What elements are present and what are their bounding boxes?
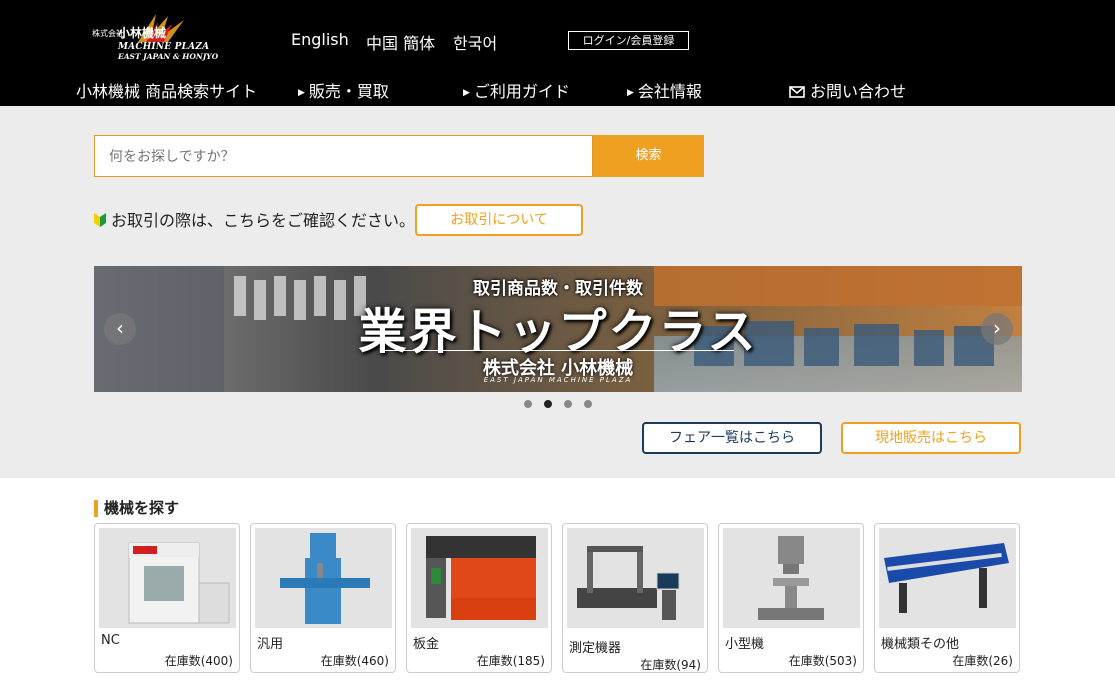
site-header: 株式会社 小林機械 MACHINE PLAZA EAST JAPAN & HON…: [0, 0, 1115, 106]
category-name: 汎用: [257, 637, 284, 652]
banner-headline: 業界トップクラス: [358, 304, 758, 360]
chevron-right-icon: ›: [993, 316, 1001, 340]
nav-site-title[interactable]: 小林機械 商品検索サイト: [76, 78, 257, 102]
transaction-notice: お取引の際は、こちらをご確認ください。: [93, 207, 415, 231]
search-input[interactable]: [94, 135, 593, 177]
transaction-info-button[interactable]: お取引について: [415, 204, 583, 236]
category-card-sheet-metal[interactable]: 板金 在庫数(185): [406, 523, 552, 673]
nav-guide[interactable]: ▶ ご利用ガイド: [463, 78, 570, 102]
category-stock: 在庫数(185): [476, 654, 545, 668]
category-name: 測定機器: [569, 641, 622, 656]
machine-image: [567, 528, 704, 628]
category-stock: 在庫数(94): [640, 658, 701, 672]
hero-banner[interactable]: 取引商品数・取引件数 業界トップクラス 株式会社 小林機械 EAST JAPAN…: [94, 266, 1022, 392]
section-title-machines: 機械を探す: [94, 500, 179, 517]
lang-chinese-link[interactable]: 中国 簡体: [366, 30, 435, 54]
chevron-left-icon: ‹: [116, 316, 124, 340]
category-stock: 在庫数(503): [788, 654, 857, 668]
category-name: 機械類その他: [881, 637, 960, 652]
machine-image: [411, 528, 548, 628]
machine-image: [255, 528, 392, 628]
carousel-dot[interactable]: [522, 398, 534, 410]
carousel-dot-active[interactable]: [542, 398, 554, 410]
category-card-measuring[interactable]: 測定機器 在庫数(94): [562, 523, 708, 673]
notice-text: お取引の際は、こちらをご確認ください。: [111, 211, 416, 230]
category-card-small[interactable]: 小型機 在庫数(503): [718, 523, 864, 673]
carousel-dot[interactable]: [562, 398, 574, 410]
category-name: 板金: [413, 637, 440, 652]
carousel-prev-button[interactable]: ‹: [104, 313, 136, 345]
carousel-dot[interactable]: [582, 398, 594, 410]
nav-contact[interactable]: お問い合わせ: [789, 78, 906, 102]
category-card-other[interactable]: 機械類その他 在庫数(26): [874, 523, 1020, 673]
logo-brand: 小林機械: [118, 26, 167, 40]
login-register-button[interactable]: ログイン/会員登録: [568, 31, 689, 50]
nav-sales-label: 販売・買取: [308, 82, 389, 101]
lang-korean-link[interactable]: 한국어: [453, 30, 497, 54]
banner-divider: [384, 350, 734, 351]
logo-line1: MACHINE PLAZA: [118, 42, 210, 52]
nav-company[interactable]: ▶ 会社情報: [627, 78, 702, 102]
machine-image: [879, 528, 1016, 628]
triangle-right-icon: ▶: [627, 88, 634, 98]
nav-company-label: 会社情報: [637, 82, 702, 101]
category-name: NC: [101, 633, 120, 648]
search-button[interactable]: 検索: [593, 135, 704, 177]
envelope-icon: [789, 86, 805, 98]
local-sales-button[interactable]: 現地販売はこちら: [841, 422, 1021, 454]
carousel-next-button[interactable]: ›: [981, 313, 1013, 345]
lang-english-link[interactable]: English: [291, 30, 349, 49]
site-logo[interactable]: 株式会社 小林機械 MACHINE PLAZA EAST JAPAN & HON…: [88, 14, 248, 62]
category-stock: 在庫数(26): [952, 654, 1013, 668]
category-name: 小型機: [725, 637, 765, 652]
carousel-dots: [522, 398, 594, 410]
triangle-right-icon: ▶: [298, 88, 305, 98]
category-stock: 在庫数(400): [164, 654, 233, 668]
triangle-right-icon: ▶: [463, 88, 470, 98]
logo-line2: EAST JAPAN & HONJYO: [118, 52, 219, 61]
fair-list-button[interactable]: フェア一覧はこちら: [642, 422, 822, 454]
machine-image: [723, 528, 860, 628]
nav-contact-label: お問い合わせ: [810, 82, 907, 101]
beginner-mark-icon: [94, 213, 106, 227]
machine-image: [99, 528, 236, 628]
category-stock: 在庫数(460): [320, 654, 389, 668]
banner-company-en: EAST JAPAN MACHINE PLAZA: [483, 376, 633, 384]
category-card-nc[interactable]: NC 在庫数(400): [94, 523, 240, 673]
nav-guide-label: ご利用ガイド: [473, 82, 570, 101]
category-card-general[interactable]: 汎用 在庫数(460): [250, 523, 396, 673]
nav-sales[interactable]: ▶ 販売・買取: [298, 78, 389, 102]
